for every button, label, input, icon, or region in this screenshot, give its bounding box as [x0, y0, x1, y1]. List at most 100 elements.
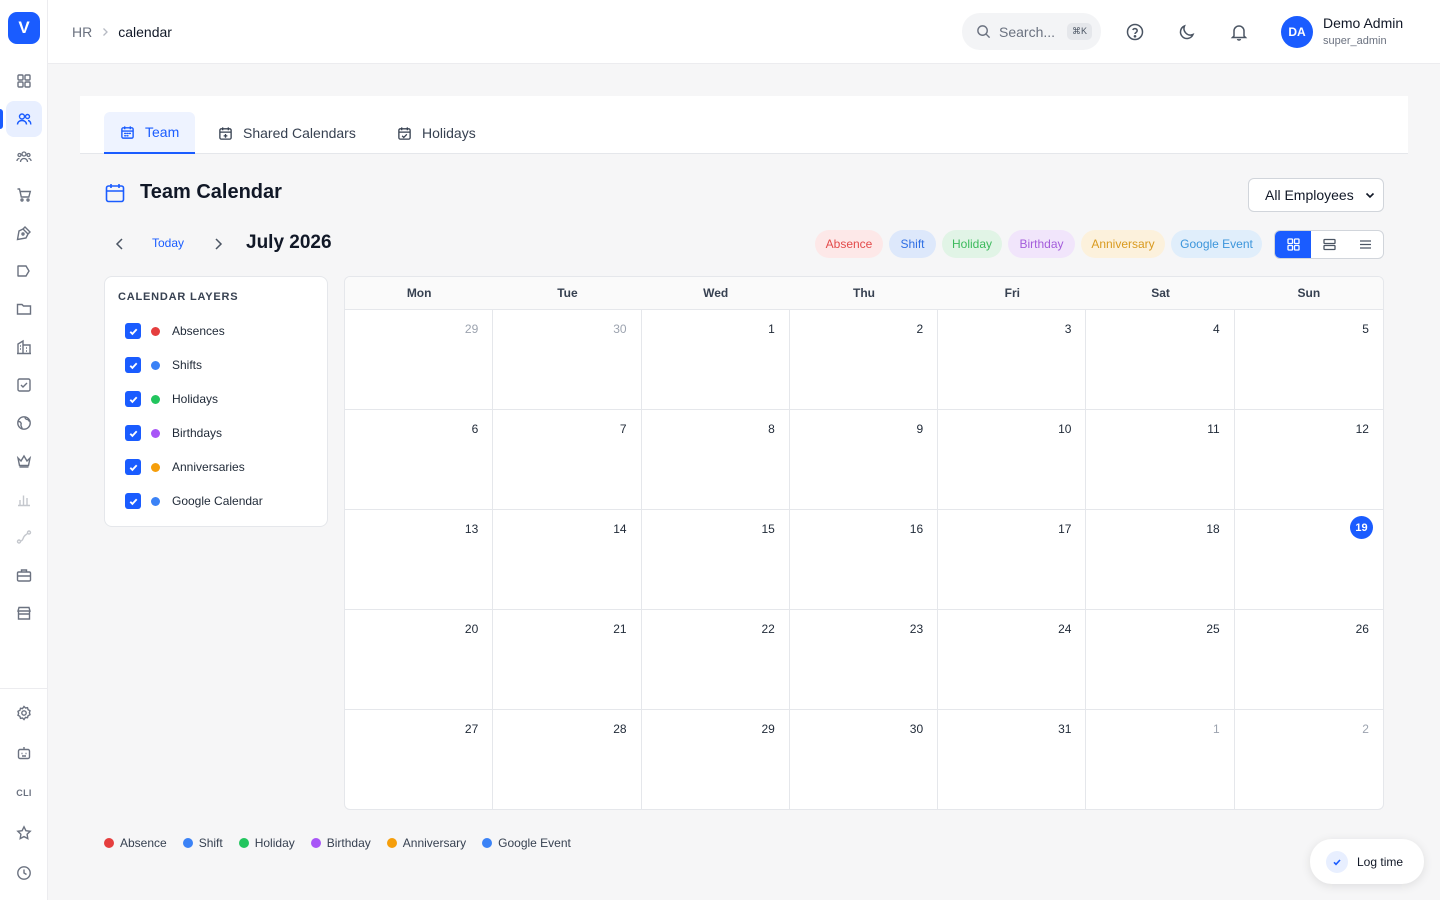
layer-checkbox[interactable]	[125, 493, 141, 509]
calendar-day-cell[interactable]: 29	[345, 310, 494, 410]
calendar-day-cell[interactable]: 22	[641, 610, 790, 710]
layer-item[interactable]: Google Calendar	[125, 492, 263, 510]
sidebar-item-tasks[interactable]	[6, 367, 42, 403]
calendar-day-cell[interactable]: 10	[938, 410, 1087, 510]
calendar-day-cell[interactable]: 28	[493, 710, 642, 809]
calendar-day-cell[interactable]: 30	[493, 310, 642, 410]
sidebar-item-favorites[interactable]	[6, 815, 42, 851]
calendar-day-cell[interactable]: 2	[1235, 710, 1383, 809]
tab-label: Team	[145, 124, 180, 140]
calendar-day-cell[interactable]: 5	[1234, 310, 1383, 410]
log-time-button[interactable]: Log time	[1310, 839, 1424, 884]
sidebar-item-dashboard[interactable]	[6, 63, 42, 99]
calendar-day-cell[interactable]: 27	[345, 710, 494, 809]
sidebar-item-workflows[interactable]	[6, 519, 42, 555]
calendar-day-today[interactable]: 19	[1234, 510, 1383, 610]
layer-item[interactable]: Anniversaries	[125, 458, 245, 476]
calendar-day-cell[interactable]: 17	[938, 510, 1087, 610]
sidebar-item-global[interactable]	[6, 405, 42, 441]
prev-month-button[interactable]	[112, 236, 128, 252]
calendar-day-cell[interactable]: 26	[1234, 610, 1383, 710]
layer-checkbox[interactable]	[125, 391, 141, 407]
sidebar-item-history[interactable]	[6, 855, 42, 891]
next-month-button[interactable]	[210, 236, 226, 252]
week-view-button[interactable]	[1311, 231, 1347, 258]
calendar-day-cell[interactable]: 31	[938, 710, 1087, 809]
dark-mode-icon[interactable]	[1177, 22, 1197, 42]
day-number: 31	[1058, 722, 1072, 736]
calendar-day-cell[interactable]: 18	[1086, 510, 1235, 610]
sidebar-item-premium[interactable]	[6, 443, 42, 479]
sidebar-item-files[interactable]	[6, 291, 42, 327]
day-number: 11	[1207, 422, 1220, 436]
sidebar-item-store[interactable]	[6, 595, 42, 631]
sidebar-item-hr[interactable]	[0, 101, 42, 137]
layer-checkbox[interactable]	[125, 459, 141, 475]
sidebar-item-jobs[interactable]	[6, 557, 42, 593]
calendar-day-cell[interactable]: 13	[345, 510, 494, 610]
calendar-day-cell[interactable]: 7	[493, 410, 642, 510]
tab-holidays[interactable]: Holidays	[381, 112, 492, 154]
calendar-day-cell[interactable]: 23	[789, 610, 939, 710]
breadcrumb-parent[interactable]: HR	[72, 24, 92, 40]
filter-chip-holiday[interactable]: Holiday	[942, 230, 1002, 258]
today-button[interactable]: Today	[152, 236, 184, 250]
sidebar-item-team[interactable]	[6, 139, 42, 175]
layer-item[interactable]: Shifts	[125, 356, 202, 374]
sidebar-item-settings[interactable]	[6, 695, 42, 731]
calendar-day-cell[interactable]: 1	[1086, 710, 1235, 809]
sidebar-item-design[interactable]	[6, 215, 42, 251]
calendar-legend: Absence Shift Holiday Birthday Anniversary Go…	[104, 836, 571, 850]
calendar-day-cell[interactable]: 3	[938, 310, 1087, 410]
calendar-day-cell[interactable]: 30	[790, 710, 939, 809]
day-number: 23	[909, 622, 924, 636]
layer-item[interactable]: Absences	[125, 322, 225, 340]
calendar-day-cell[interactable]: 25	[1086, 610, 1235, 710]
filter-chip-shift[interactable]: Shift	[889, 230, 936, 258]
calendar-day-cell[interactable]: 1	[641, 310, 790, 410]
calendar-day-cell[interactable]: 15	[641, 510, 790, 610]
day-number: 27	[464, 722, 479, 736]
avatar[interactable]: DA	[1281, 16, 1313, 48]
sidebar-item-company[interactable]	[6, 329, 42, 365]
filter-chip-anniversary[interactable]: Anniversary	[1081, 230, 1165, 258]
tab-shared-calendars[interactable]: Shared Calendars	[202, 112, 372, 154]
tab-team[interactable]: Team	[104, 112, 196, 154]
calendar-day-cell[interactable]: 29	[642, 710, 790, 809]
calendar-day-cell[interactable]: 8	[641, 410, 790, 510]
calendar-day-cell[interactable]: 9	[789, 410, 939, 510]
filter-chip-google-event[interactable]: Google Event	[1171, 230, 1262, 258]
calendar-day-cell[interactable]: 14	[493, 510, 642, 610]
calendar-day-cell[interactable]: 24	[938, 610, 1087, 710]
breadcrumb-current: calendar	[118, 24, 172, 40]
layer-checkbox[interactable]	[125, 323, 141, 339]
layer-color-dot	[151, 394, 160, 404]
sidebar-item-cli[interactable]: CLI	[6, 775, 42, 811]
sidebar-item-reports[interactable]	[6, 481, 42, 517]
help-icon[interactable]	[1125, 22, 1145, 42]
notification-bell-icon[interactable]	[1229, 22, 1249, 42]
calendar-day-cell[interactable]: 11	[1086, 410, 1235, 510]
calendar-day-cell[interactable]: 20	[345, 610, 494, 710]
calendar-day-cell[interactable]: 4	[1086, 310, 1235, 410]
calendar-day-cell[interactable]: 16	[789, 510, 939, 610]
user-name[interactable]: Demo Admin	[1323, 15, 1403, 31]
calendar-day-cell[interactable]: 12	[1234, 410, 1383, 510]
filter-chip-absence[interactable]: Absence	[815, 230, 883, 258]
sidebar-item-ai[interactable]	[6, 735, 42, 771]
calendar-day-cell[interactable]: 2	[789, 310, 939, 410]
calendar-day-cell[interactable]: 6	[345, 410, 494, 510]
layer-checkbox[interactable]	[125, 425, 141, 441]
app-logo[interactable]: V	[8, 12, 40, 44]
filter-chip-birthday[interactable]: Birthday	[1008, 230, 1075, 258]
layer-item[interactable]: Holidays	[125, 390, 218, 408]
sidebar-item-marketing[interactable]	[6, 253, 42, 289]
layer-checkbox[interactable]	[125, 357, 141, 373]
month-view-button[interactable]	[1275, 231, 1311, 258]
list-view-button[interactable]	[1347, 231, 1383, 258]
layer-item[interactable]: Birthdays	[125, 424, 222, 442]
calendar-day-cell[interactable]: 21	[493, 610, 642, 710]
employee-filter-select[interactable]: All Employees	[1248, 178, 1384, 212]
search-input[interactable]: Search... ⌘K	[962, 13, 1101, 50]
sidebar-item-commerce[interactable]	[6, 177, 42, 213]
